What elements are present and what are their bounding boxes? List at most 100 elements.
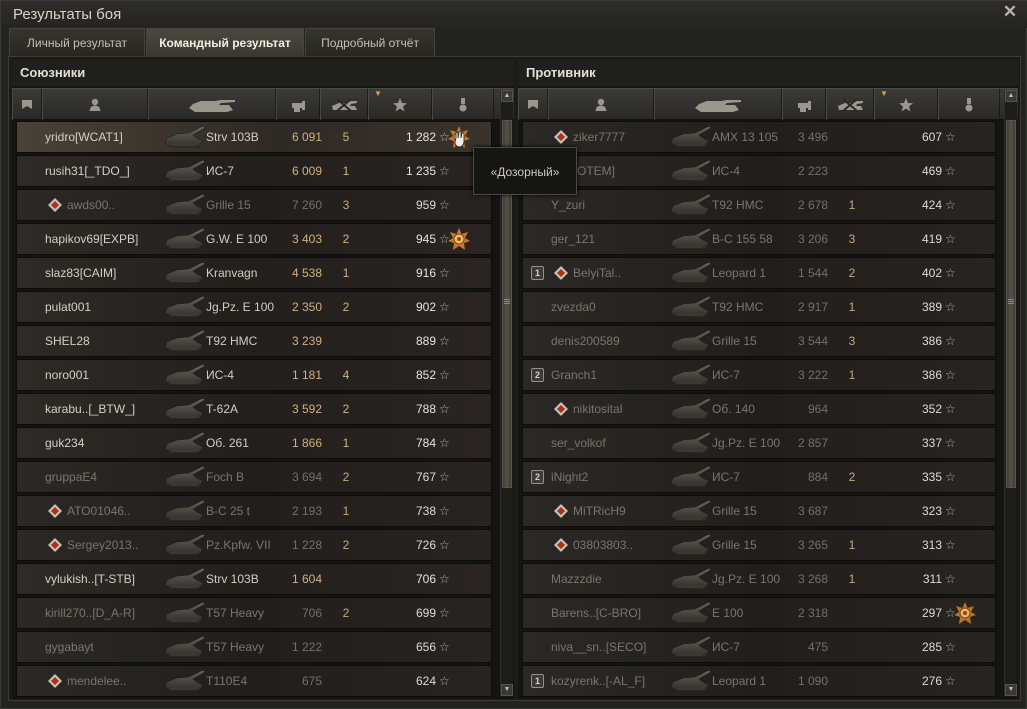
player-column-header[interactable] [548, 89, 654, 120]
tank-image [670, 159, 712, 182]
tank-column-header[interactable] [654, 89, 782, 120]
tank-image [164, 601, 206, 624]
player-name: guk234 [45, 436, 85, 450]
player-row[interactable]: rusih31[_TDO_] ИС-7 6 009 1 1 235 ☆ [16, 155, 492, 187]
xp-value: 852 [415, 368, 436, 382]
damage-value: 1 604 [291, 572, 322, 586]
player-row[interactable]: 1 BelyiTal.. Leopard 1 1 544 2 402 ☆ [522, 257, 996, 289]
player-row[interactable]: pulat001 Jg.Pz. E 100 2 350 2 902 ☆ [16, 291, 492, 323]
xp-star-icon: ☆ [439, 402, 450, 416]
medal-column-header[interactable] [938, 89, 1000, 120]
player-row[interactable]: zvezda0 T92 HMC 2 917 1 389 ☆ [522, 291, 996, 323]
player-row[interactable]: guk234 Об. 261 1 866 1 784 ☆ [16, 427, 492, 459]
player-row[interactable]: Sergey2013.. Pz.Kpfw. VII 1 228 2 726 ☆ [16, 529, 492, 561]
xp-star-icon: ☆ [945, 368, 956, 382]
rank-diamond-icon [48, 198, 62, 212]
frags-value: 2 [342, 538, 350, 552]
scroll-up-button[interactable]: ▲ [501, 90, 513, 102]
damage-value: 2 318 [797, 606, 828, 620]
scout-medal[interactable] [448, 228, 470, 250]
player-row[interactable]: ser_volkof Jg.Pz. E 100 2 857 337 ☆ [522, 427, 996, 459]
frags-column-header[interactable] [320, 89, 368, 120]
damage-value: 475 [807, 640, 828, 654]
tank-name: Grille 15 [712, 538, 757, 552]
xp-star-icon: ☆ [945, 232, 956, 246]
player-row[interactable]: Y_zuri T92 HMC 2 678 1 424 ☆ [522, 189, 996, 221]
tank-icon [695, 99, 741, 112]
frags-value [339, 564, 353, 594]
player-row[interactable]: 2 iNight2 ИС-7 884 2 335 ☆ [522, 461, 996, 493]
scroll-thumb[interactable] [1006, 120, 1016, 488]
player-row[interactable]: 1 kozyrenk..[-AL_F] Leopard 1 1 090 276 ☆ [522, 665, 996, 697]
damage-value: 3 496 [797, 130, 828, 144]
xp-value: 706 [415, 572, 436, 586]
player-row[interactable]: nikitosital Об. 140 964 352 ☆ [522, 393, 996, 425]
player-row[interactable]: ziker7777 AMX 13 105 3 496 607 ☆ [522, 121, 996, 153]
medal-column-header[interactable] [432, 89, 494, 120]
damage-value: 1 544 [797, 266, 828, 280]
tab-team-result[interactable]: Командный результат [146, 28, 304, 56]
tank-image [670, 533, 712, 556]
xp-value: 386 [921, 368, 942, 382]
frags-value [845, 496, 859, 526]
tank-column-header[interactable] [148, 89, 276, 120]
frags-value: 2 [342, 232, 350, 246]
damage-value: 3 268 [797, 572, 828, 586]
player-row[interactable]: denis200589 Grille 15 3 544 3 386 ☆ [522, 325, 996, 357]
scroll-down-button[interactable]: ▼ [1005, 684, 1017, 696]
player-row[interactable]: mendelee.. T110E4 675 624 ☆ [16, 665, 492, 697]
tank-name: T57 Heavy [206, 640, 265, 654]
xp-value: 352 [921, 402, 942, 416]
player-row[interactable]: noro001 ИС-4 1 181 4 852 ☆ [16, 359, 492, 391]
player-row[interactable]: awds00.. Grille 15 7 260 3 959 ☆ [16, 189, 492, 221]
scroll-down-button[interactable]: ▼ [501, 684, 513, 696]
player-row[interactable]: niva__sn..[SECO] ИС-7 475 285 ☆ [522, 631, 996, 663]
xp-star-icon: ☆ [439, 504, 450, 518]
player-row[interactable]: Barens..[C-BRO] E 100 2 318 297 ☆ [522, 597, 996, 629]
tank-name: Grille 15 [206, 198, 251, 212]
xp-star-icon: ☆ [439, 606, 450, 620]
player-name: gygabayt [45, 640, 94, 654]
damage-value: 2 350 [291, 300, 322, 314]
player-row[interactable]: gruppaE4 Foch B 3 694 2 767 ☆ [16, 461, 492, 493]
frags-column-header[interactable] [826, 89, 874, 120]
scroll-up-button[interactable]: ▲ [1005, 90, 1017, 102]
player-row[interactable]: vylukish..[T-STB] Strv 103B 1 604 706 ☆ [16, 563, 492, 595]
enemies-scrollbar[interactable]: ▲ ▼ [1004, 90, 1017, 696]
player-row[interactable]: 2 Granch1 ИС-7 3 222 1 386 ☆ [522, 359, 996, 391]
player-row[interactable]: hapikov69[EXPB] G.W. E 100 3 403 2 945 ☆ [16, 223, 492, 255]
player-row[interactable]: slaz83[CAIM] Kranvagn 4 538 1 916 ☆ [16, 257, 492, 289]
damage-column-header[interactable] [276, 89, 320, 120]
player-row[interactable]: Mazzzdie Jg.Pz. E 100 3 268 1 311 ☆ [522, 563, 996, 595]
frags-value [339, 326, 353, 356]
player-icon [89, 98, 101, 111]
player-row[interactable]: ATO01046.. B-C 25 t 2 193 1 738 ☆ [16, 495, 492, 527]
player-name: Mazzzdie [551, 572, 602, 586]
tank-name: Grille 15 [712, 504, 757, 518]
player-row[interactable]: 03803803.. Grille 15 3 265 1 313 ☆ [522, 529, 996, 561]
player-row[interactable]: ger_121 B-C 155 58 3 206 3 419 ☆ [522, 223, 996, 255]
player-row[interactable]: yridro[WCAT1] Strv 103B 6 091 5 1 282 ☆ [16, 121, 492, 153]
xp-value: 607 [921, 130, 942, 144]
player-row[interactable]: kirill270..[D_A-R] T57 Heavy 706 2 699 ☆ [16, 597, 492, 629]
player-name: nikitosital [573, 402, 623, 416]
player-column-header[interactable] [42, 89, 148, 120]
tab-personal-result[interactable]: Личный результат [9, 28, 145, 56]
platoon-column-header[interactable] [518, 89, 548, 120]
platoon-column-header[interactable] [12, 89, 42, 120]
damage-value: 2 193 [291, 504, 322, 518]
tank-image [164, 397, 206, 420]
damage-column-header[interactable] [782, 89, 826, 120]
close-icon[interactable]: ✕ [1002, 3, 1018, 20]
player-row[interactable]: gygabayt T57 Heavy 1 222 656 ☆ [16, 631, 492, 663]
tab-detailed-report[interactable]: Подробный отчёт [305, 28, 435, 56]
tank-image [164, 363, 206, 386]
player-row[interactable]: SHEL28 T92 HMC 3 239 889 ☆ [16, 325, 492, 357]
scout-medal[interactable] [954, 602, 976, 624]
tank-name: Grille 15 [712, 334, 757, 348]
player-row[interactable]: karabu..[_BTW_] T-62A 3 592 2 788 ☆ [16, 393, 492, 425]
tank-name: ИС-7 [712, 368, 740, 382]
player-row[interactable]: d..[GOTEM] ИС-4 2 223 469 ☆ [522, 155, 996, 187]
player-row[interactable]: MiTRicH9 Grille 15 3 687 323 ☆ [522, 495, 996, 527]
rank-diamond-icon [554, 130, 568, 144]
